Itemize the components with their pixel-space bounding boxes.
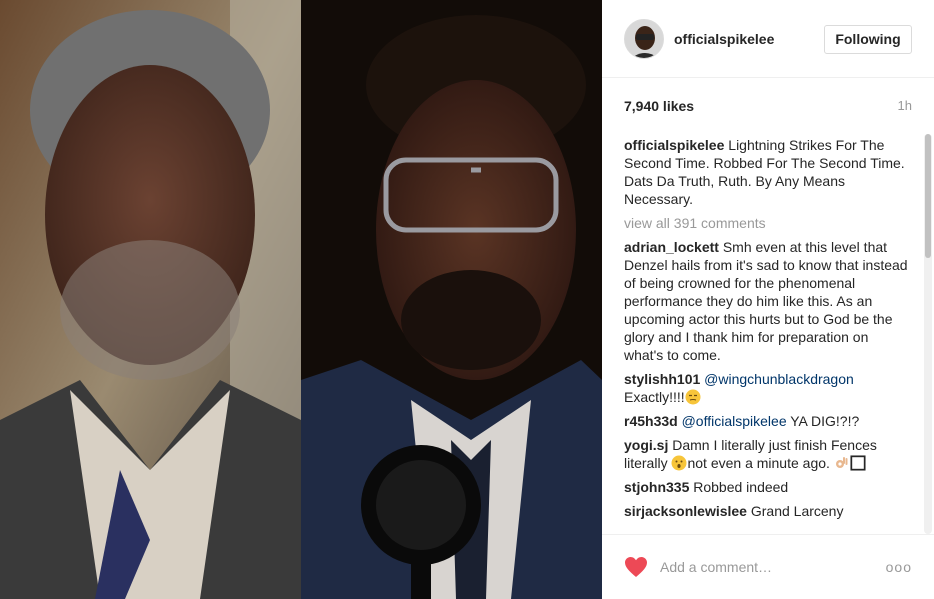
comment-footer: Add a comment… ooo [602, 534, 934, 599]
comment-username[interactable]: r45h33d [624, 413, 678, 429]
following-button[interactable]: Following [824, 25, 912, 54]
comment-text: Exactly!!!! [624, 389, 685, 405]
post-header: officialspikelee Following [602, 0, 934, 78]
comment-username[interactable]: sirjacksonlewislee [624, 503, 747, 519]
astonished-face-icon [671, 455, 687, 471]
unamused-face-icon [685, 389, 701, 405]
comment-item: adrian_lockett Smh even at this level th… [624, 238, 908, 364]
comments-list: officialspikelee Lightning Strikes For T… [624, 136, 924, 532]
ok-hand-icon [835, 457, 848, 468]
comments-scrollbar[interactable] [924, 134, 932, 534]
comment-mention[interactable]: @wingchunblackdragon [704, 371, 854, 387]
comment-item: stjohn335 Robbed indeed [624, 478, 908, 496]
comment-text: Smh even at this level that Denzel hails… [624, 239, 908, 363]
comment-item: r45h33d @officialspikelee YA DIG!?!? [624, 412, 908, 430]
comment-username[interactable]: stjohn335 [624, 479, 689, 495]
avatar[interactable] [624, 19, 664, 59]
photo-panel-right [301, 0, 602, 599]
comment-item: stylishh101 @wingchunblackdragon Exactly… [624, 370, 908, 406]
comment-item: sirjacksonlewislee Grand Larceny [624, 502, 908, 520]
post-username[interactable]: officialspikelee [674, 31, 774, 47]
comment-username[interactable]: adrian_lockett [624, 239, 719, 255]
caption: officialspikelee Lightning Strikes For T… [624, 136, 908, 208]
likes-count[interactable]: 7,940 likes [624, 98, 694, 114]
photo-panel-left [0, 0, 301, 599]
comment-item: yogi.sj Damn I literally just finish Fen… [624, 436, 908, 472]
comment-text: YA DIG!?!? [790, 413, 860, 429]
post-image[interactable] [0, 0, 602, 599]
more-options-button[interactable]: ooo [886, 559, 912, 575]
missing-glyph-icon [850, 455, 866, 471]
comment-text: Grand Larceny [750, 503, 844, 519]
comment-username[interactable]: officialspikelee [624, 137, 724, 153]
view-all-comments-link[interactable]: view all 391 comments [624, 214, 924, 232]
add-comment-input[interactable]: Add a comment… [660, 559, 772, 575]
heart-icon[interactable] [624, 556, 648, 578]
comment-text: not even a minute ago. [687, 455, 830, 471]
likes-row: 7,940 likes 1h [624, 98, 912, 118]
post-time[interactable]: 1h [898, 98, 912, 113]
scrollbar-thumb[interactable] [925, 134, 931, 258]
comment-text: Robbed indeed [693, 479, 789, 495]
comment-username[interactable]: yogi.sj [624, 437, 668, 453]
post-sidebar: officialspikelee Following 7,940 likes 1… [602, 0, 934, 599]
comment-username[interactable]: stylishh101 [624, 371, 700, 387]
comment-mention[interactable]: @officialspikelee [682, 413, 787, 429]
